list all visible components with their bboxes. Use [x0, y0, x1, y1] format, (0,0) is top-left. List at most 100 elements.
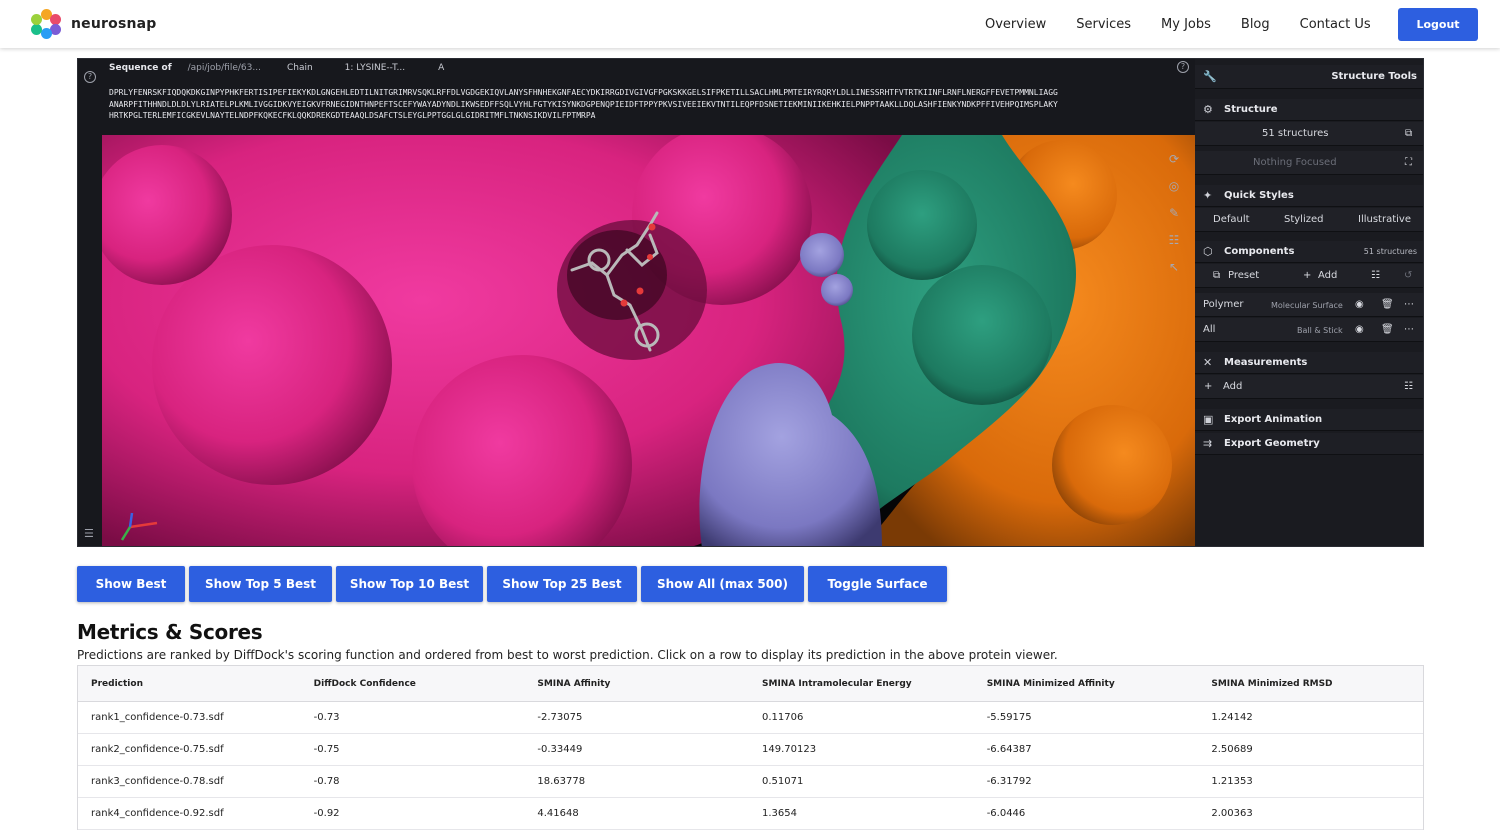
brand[interactable]: neurosnap	[31, 9, 157, 39]
quick-styles-row: Default Stylized Illustrative	[1195, 208, 1423, 232]
sequence-line[interactable]: HRTKPGLTERLEMFICGKEVLNAYTELNDPFKQKECFKLQ…	[109, 110, 1189, 122]
plus-icon[interactable]: +	[1204, 381, 1212, 392]
column-header[interactable]: SMINA Affinity	[524, 679, 749, 689]
show-best-button[interactable]: Show Best	[77, 566, 185, 602]
column-header[interactable]: DiffDock Confidence	[301, 679, 525, 689]
cube-icon: ⬡	[1203, 245, 1213, 258]
quick-styles-section[interactable]: ✦ Quick Styles	[1195, 185, 1423, 207]
structures-selector[interactable]: 51 structures ⧉	[1195, 122, 1423, 146]
table-cell: 2.00363	[1211, 808, 1253, 819]
add-component-button[interactable]: Add	[1318, 270, 1337, 281]
copy-icon[interactable]: ⧉	[1405, 128, 1412, 139]
table-cell: 0.51071	[762, 776, 804, 787]
structure-heading: Structure	[1224, 104, 1278, 115]
nav-overview[interactable]: Overview	[985, 17, 1046, 32]
table-cell: rank3_confidence-0.78.sdf	[91, 776, 224, 787]
focus-target-icon[interactable]: ⛶	[1405, 157, 1412, 168]
preset-icon[interactable]: ⧉	[1213, 270, 1220, 281]
3d-canvas[interactable]	[102, 135, 1195, 546]
components-section[interactable]: ⬡ Components 51 structures	[1195, 241, 1423, 263]
eye-icon[interactable]: ◉	[1355, 299, 1364, 310]
main-nav: Overview Services My Jobs Blog Contact U…	[970, 0, 1386, 48]
plus-icon[interactable]: +	[1303, 270, 1311, 281]
column-header[interactable]: Prediction	[78, 679, 301, 689]
protein-viewer[interactable]: Sequence of /api/job/file/63... Chain 1:…	[77, 58, 1424, 547]
column-header[interactable]: SMINA Minimized RMSD	[1198, 679, 1423, 689]
table-header: Prediction DiffDock Confidence SMINA Aff…	[78, 666, 1423, 702]
table-cell: -2.73075	[537, 712, 583, 723]
show-top-10-button[interactable]: Show Top 10 Best	[336, 566, 483, 602]
trash-icon[interactable]: 🗑	[1381, 299, 1394, 310]
measurements-section[interactable]: ✕ Measurements	[1195, 352, 1423, 374]
structure-tools-panel: 🔧 Structure Tools ⚙ Structure 51 structu…	[1195, 59, 1423, 546]
table-cell: -0.78	[313, 776, 340, 787]
sequence-panel: Sequence of /api/job/file/63... Chain 1:…	[78, 59, 1195, 135]
structure-section[interactable]: ⚙ Structure	[1195, 99, 1423, 121]
table-cell: -0.75	[313, 744, 340, 755]
table-cell: -6.64387	[986, 744, 1032, 755]
focus-row[interactable]: Nothing Focused ⛶	[1195, 151, 1423, 175]
wrench-icon[interactable]: ✎	[1162, 200, 1186, 227]
export-geometry-heading: Export Geometry	[1224, 438, 1320, 449]
undo-icon[interactable]: ↺	[1404, 270, 1412, 281]
select-cursor-icon[interactable]: ↖	[1162, 254, 1186, 281]
toggle-surface-button[interactable]: Toggle Surface	[808, 566, 947, 602]
settings-sliders-icon[interactable]: ☰	[84, 527, 94, 540]
settings-sliders-icon[interactable]: ☷	[1371, 270, 1380, 281]
table-cell: 4.41648	[537, 808, 579, 819]
table-cell: 1.24142	[1211, 712, 1253, 723]
component-representation[interactable]: Ball & Stick	[1297, 326, 1343, 335]
brand-name: neurosnap	[71, 16, 157, 32]
show-top-5-button[interactable]: Show Top 5 Best	[189, 566, 332, 602]
show-all-button[interactable]: Show All (max 500)	[641, 566, 804, 602]
help-icon[interactable]: ?	[1177, 61, 1189, 73]
component-polymer[interactable]: Polymer Molecular Surface ◉ 🗑 ⋯	[1195, 293, 1423, 317]
style-illustrative-button[interactable]: Illustrative	[1358, 214, 1411, 225]
eye-icon[interactable]: ◉	[1355, 324, 1364, 335]
style-default-button[interactable]: Default	[1213, 214, 1250, 225]
viewer-left-strip: ☰	[78, 135, 102, 546]
reset-camera-icon[interactable]: ⟳	[1162, 146, 1186, 173]
component-all[interactable]: All Ball & Stick ◉ 🗑 ⋯	[1195, 318, 1423, 342]
nav-services[interactable]: Services	[1076, 17, 1131, 32]
sequence-label: Sequence of	[109, 63, 172, 73]
chain-select[interactable]: 1: LYSINE--T...	[345, 63, 405, 73]
export-geometry-section[interactable]: ⇉ Export Geometry	[1195, 433, 1423, 455]
column-header[interactable]: SMINA Minimized Affinity	[974, 679, 1199, 689]
nothing-focused-label: Nothing Focused	[1253, 157, 1337, 168]
help-icon[interactable]: ?	[84, 71, 96, 83]
more-icon[interactable]: ⋯	[1404, 299, 1414, 310]
logout-button[interactable]: Logout	[1398, 8, 1478, 41]
settings-sliders-icon[interactable]: ☷	[1404, 381, 1413, 392]
table-cell: rank4_confidence-0.92.sdf	[91, 808, 224, 819]
sequence-source-select[interactable]: /api/job/file/63...	[188, 63, 261, 73]
measurements-heading: Measurements	[1224, 357, 1308, 368]
preset-button[interactable]: Preset	[1228, 270, 1259, 281]
nav-my-jobs[interactable]: My Jobs	[1161, 17, 1211, 32]
table-cell: 2.50689	[1211, 744, 1253, 755]
trash-icon[interactable]: 🗑	[1381, 324, 1394, 335]
quick-styles-heading: Quick Styles	[1224, 190, 1294, 201]
table-row[interactable]: rank3_confidence-0.78.sdf -0.78 18.63778…	[78, 766, 1423, 798]
table-row[interactable]: rank1_confidence-0.73.sdf -0.73 -2.73075…	[78, 702, 1423, 734]
style-stylized-button[interactable]: Stylized	[1284, 214, 1324, 225]
table-row[interactable]: rank2_confidence-0.75.sdf -0.75 -0.33449…	[78, 734, 1423, 766]
column-header[interactable]: SMINA Intramolecular Energy	[749, 679, 974, 689]
sequence-line[interactable]: ANARPFITHHNDLDLDLYLRIATELPLKMLIVGGIDKVYE…	[109, 99, 1189, 111]
export-animation-section[interactable]: ▣ Export Animation	[1195, 409, 1423, 431]
panel-title-bar: 🔧 Structure Tools	[1195, 65, 1423, 89]
table-row[interactable]: rank4_confidence-0.92.sdf -0.92 4.41648 …	[78, 798, 1423, 830]
sequence-line[interactable]: DPRLYFENRSKFIQDQKDKGINPYPHKFERTISIPEFIEK…	[109, 87, 1189, 99]
screenshot-icon[interactable]: ◎	[1162, 173, 1186, 200]
chain-id-select[interactable]: A	[438, 63, 444, 73]
nav-blog[interactable]: Blog	[1241, 17, 1270, 32]
settings-sliders-icon[interactable]: ☷	[1162, 227, 1186, 254]
chain-label: Chain	[286, 63, 313, 73]
sequence-text[interactable]: DPRLYFENRSKFIQDQKDKGINPYPHKFERTISIPEFIEK…	[109, 87, 1189, 122]
add-measurement-button[interactable]: Add	[1223, 381, 1242, 392]
nav-contact-us[interactable]: Contact Us	[1300, 17, 1371, 32]
more-icon[interactable]: ⋯	[1404, 324, 1414, 335]
component-representation[interactable]: Molecular Surface	[1271, 301, 1343, 310]
show-top-25-button[interactable]: Show Top 25 Best	[487, 566, 637, 602]
top-navbar: neurosnap Overview Services My Jobs Blog…	[0, 0, 1500, 48]
